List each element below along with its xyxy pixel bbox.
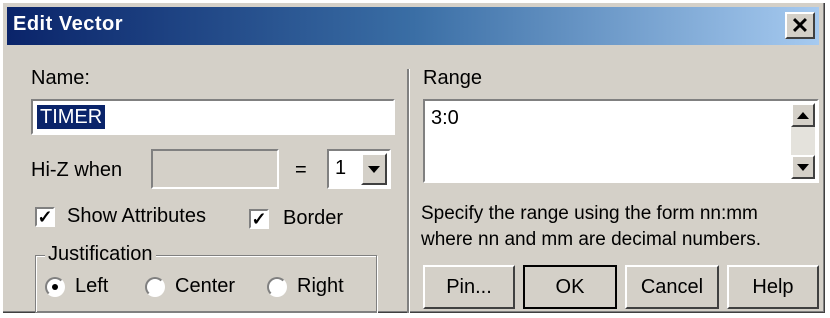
title-bar[interactable]: Edit Vector ✕ (7, 7, 819, 45)
help-button[interactable]: Help (727, 265, 819, 309)
radio-center-label: Center (175, 275, 236, 297)
ok-button[interactable]: OK (523, 265, 617, 309)
range-value: 3:0 (431, 107, 459, 129)
range-label: Range (423, 67, 482, 89)
name-label: Name: (31, 67, 90, 89)
close-button[interactable]: ✕ (785, 12, 815, 39)
arrow-up-icon (797, 111, 809, 119)
radio-selected-dot (52, 284, 58, 290)
cancel-button[interactable]: Cancel (625, 265, 719, 309)
border-label: Border (283, 207, 344, 229)
hiz-input[interactable] (151, 149, 279, 189)
radio-right-label: Right (297, 275, 344, 297)
radio-center[interactable] (145, 277, 165, 297)
equals-label: = (295, 159, 307, 181)
close-icon: ✕ (790, 12, 810, 38)
show-attributes-label: Show Attributes (67, 205, 206, 227)
name-input-value: TIMER (37, 105, 106, 129)
dropdown-button[interactable] (361, 153, 387, 185)
radio-left[interactable] (45, 277, 65, 297)
scroll-down-button[interactable] (791, 155, 815, 179)
edit-vector-dialog: Edit Vector ✕ Name: TIMER Hi-Z when = 1 … (2, 2, 826, 314)
border-checkbox[interactable]: ✓ (249, 209, 269, 229)
range-help-line-2: where nn and mm are decimal numbers. (421, 229, 762, 250)
show-attributes-checkbox[interactable]: ✓ (35, 207, 55, 227)
hiz-select-value: 1 (335, 157, 347, 179)
window-title: Edit Vector (13, 13, 123, 35)
checkmark-icon: ✓ (251, 209, 267, 229)
range-help-line-1: Specify the range using the form nn:mm (421, 203, 758, 224)
range-textarea[interactable]: 3:0 (423, 99, 819, 183)
chevron-down-icon (368, 165, 380, 173)
arrow-down-icon (797, 163, 809, 171)
hiz-value-select[interactable]: 1 (327, 149, 391, 189)
radio-right[interactable] (267, 277, 287, 297)
radio-left-label: Left (75, 275, 109, 297)
scrollbar-track[interactable] (791, 127, 815, 157)
scroll-up-button[interactable] (791, 103, 815, 127)
justification-legend: Justification (45, 243, 156, 266)
pin-button[interactable]: Pin... (423, 265, 515, 309)
panel-divider (407, 69, 409, 313)
hiz-label: Hi-Z when (31, 159, 123, 181)
name-input[interactable]: TIMER (31, 99, 395, 135)
checkmark-icon: ✓ (37, 207, 53, 227)
